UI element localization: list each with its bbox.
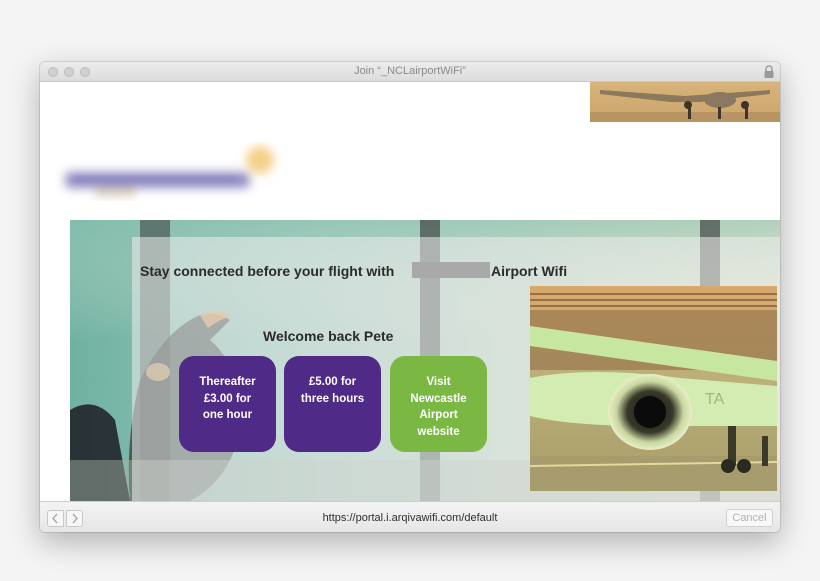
lock-icon	[764, 65, 774, 78]
tile-line: three hours	[300, 392, 365, 405]
portal-page: Stay connected before your flight with A…	[40, 82, 780, 501]
airplane-engine-photo: TA	[530, 286, 777, 491]
airport-logo	[55, 142, 305, 204]
header-plane-image	[590, 82, 780, 122]
tile-line: Newcastle	[410, 392, 467, 405]
tile-line: Visit	[426, 376, 451, 388]
headline-suffix: Airport Wifi	[491, 263, 568, 279]
svg-text:TA: TA	[705, 391, 725, 408]
cancel-button[interactable]: Cancel	[726, 509, 773, 527]
title-bar: Join “_NCLairportWiFi”	[40, 62, 780, 82]
tile-line: one hour	[202, 409, 253, 421]
one-hour-plan-button[interactable]: Thereafter £3.00 for one hour	[179, 356, 276, 452]
bottom-toolbar: https://portal.i.arqivawifi.com/default …	[40, 501, 780, 532]
tile-line: Airport	[419, 409, 458, 421]
window-title: Join “_NCLairportWiFi”	[354, 65, 466, 77]
tile-line: £3.00 for	[203, 392, 252, 405]
headline-text: Stay connected before your flight with	[140, 263, 395, 279]
captive-portal-window: Join “_NCLairportWiFi” Stay connected be…	[40, 62, 780, 532]
tile-line: £5.00 for	[308, 376, 357, 388]
three-hours-plan-button[interactable]: £5.00 for three hours	[284, 356, 381, 452]
redacted-airport-name	[412, 262, 490, 278]
hero-banner: Stay connected before your flight with A…	[70, 220, 780, 501]
url-display: https://portal.i.arqivawifi.com/default	[322, 512, 498, 524]
tile-line: Thereafter	[199, 376, 256, 388]
visit-airport-website-button[interactable]: Visit Newcastle Airport website	[390, 356, 487, 452]
welcome-message: Welcome back Pete	[263, 328, 394, 344]
tile-line: website	[417, 425, 460, 438]
